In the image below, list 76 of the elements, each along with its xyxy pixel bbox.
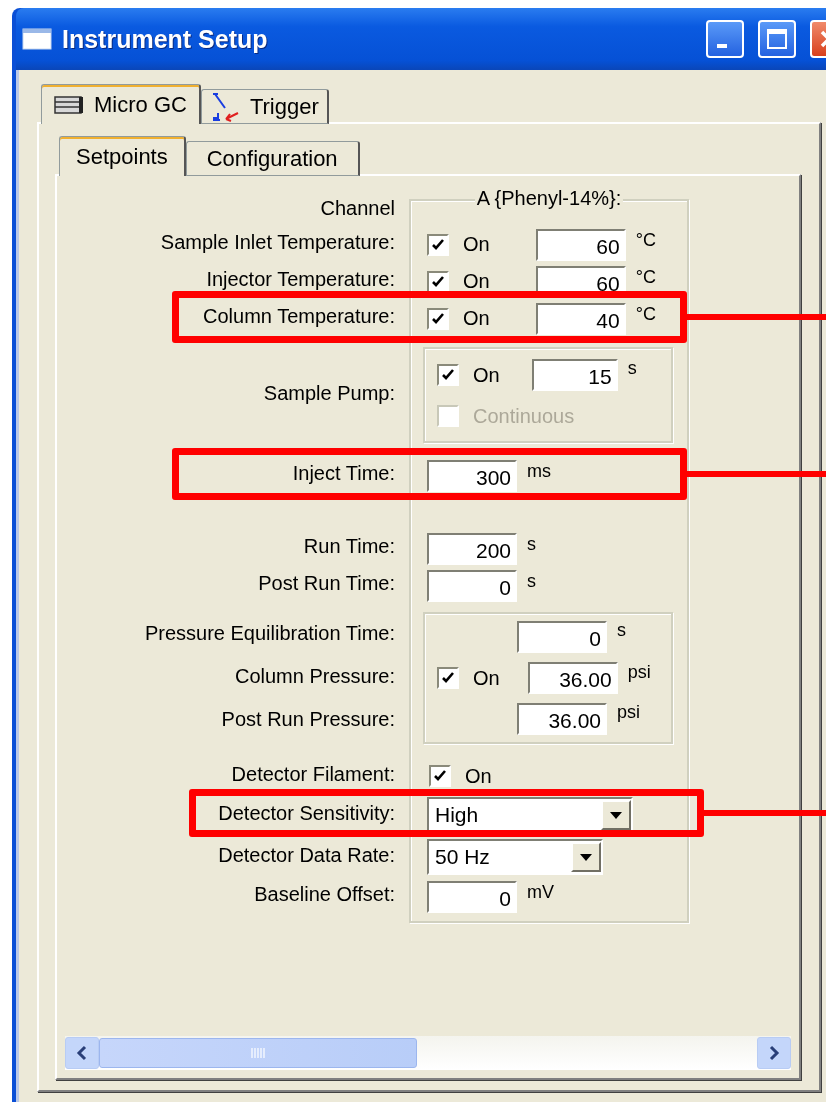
field-label: Column Pressure:: [234, 664, 395, 688]
value-field[interactable]: 200: [427, 532, 517, 565]
minimize-icon: [717, 44, 727, 48]
field-label: Detector Data Rate:: [218, 843, 395, 867]
value-field[interactable]: 40: [535, 302, 626, 335]
field-label: Inject Time:: [292, 462, 395, 485]
unit-label: s: [627, 358, 637, 379]
channel-label: Channel: [320, 196, 395, 220]
checkbox-label: On: [463, 233, 490, 256]
tab[interactable]: Configuration: [185, 141, 360, 176]
scroll-left-button[interactable]: [65, 1037, 99, 1069]
instrument-icon: [54, 94, 84, 115]
unit-label: ms: [527, 461, 551, 482]
field-label: Column Temperature:: [203, 305, 395, 328]
field-label: Pressure Equilibration Time:: [144, 621, 395, 645]
check-icon: [431, 237, 445, 252]
field-label: Detector Sensitivity:: [218, 801, 395, 825]
check-icon: [441, 368, 455, 382]
unit-label: s: [617, 620, 626, 641]
checkbox-label: On: [463, 307, 490, 330]
unit-label: mV: [527, 882, 554, 903]
maximize-button[interactable]: [758, 20, 796, 58]
value-field[interactable]: 60: [535, 228, 626, 261]
checkbox[interactable]: [429, 765, 451, 787]
tab[interactable]: Trigger: [200, 89, 329, 124]
window-icon: [22, 28, 52, 50]
check-icon: [433, 769, 447, 783]
value-field[interactable]: 0: [427, 880, 517, 913]
unit-label: °C: [635, 267, 656, 288]
tab[interactable]: Micro GC: [41, 84, 201, 124]
value-field[interactable]: 36.00: [527, 662, 618, 694]
field-label: Detector Filament:: [231, 762, 395, 786]
checkbox[interactable]: [437, 667, 459, 689]
checkbox-label: On: [463, 270, 490, 293]
unit-label: psi: [627, 662, 651, 683]
tab[interactable]: Setpoints: [59, 136, 186, 176]
value-field[interactable]: 15: [531, 359, 618, 391]
window-title: Instrument Setup: [62, 24, 269, 54]
channel-name: A {Phenyl-14%}:: [474, 187, 624, 210]
scroll-thumb[interactable]: [99, 1038, 417, 1068]
value-field[interactable]: 0: [427, 569, 517, 602]
minimize-button[interactable]: [706, 20, 744, 58]
unit-label: °C: [635, 304, 656, 325]
unit-label: s: [527, 571, 536, 592]
unit-label: psi: [617, 702, 640, 723]
checkbox-label: On: [473, 666, 500, 690]
checkbox-label: On: [473, 363, 500, 387]
check-icon: [441, 671, 455, 685]
value-field[interactable]: 300: [427, 459, 517, 492]
check-icon: [431, 274, 445, 289]
caret-icon[interactable]: [571, 842, 601, 872]
checkbox[interactable]: [427, 270, 449, 293]
checkbox-label: Continuous: [473, 404, 575, 428]
field-label: Post Run Pressure:: [221, 707, 395, 731]
value-field[interactable]: 0: [517, 621, 607, 653]
grip-icon: [251, 1048, 265, 1058]
unit-label: °C: [635, 230, 656, 251]
field-label: Injector Temperature:: [206, 268, 395, 291]
field-label: Sample Pump:: [263, 381, 395, 405]
dropdown[interactable]: 50 Hz: [427, 839, 603, 875]
scroll-right-button[interactable]: [757, 1037, 791, 1069]
field-label: Post Run Time:: [258, 572, 395, 595]
field-label: Baseline Offset:: [254, 883, 395, 906]
unit-label: s: [527, 534, 536, 555]
checkbox[interactable]: [427, 233, 449, 256]
checkbox-label: On: [465, 764, 492, 788]
field-label: Sample Inlet Temperature:: [160, 231, 395, 254]
maximize-icon: [766, 28, 788, 50]
value-field[interactable]: 36.00: [517, 703, 607, 735]
dropdown[interactable]: High: [427, 797, 633, 833]
field-label: Run Time:: [303, 535, 395, 558]
check-icon: [431, 311, 445, 326]
checkbox[interactable]: [427, 307, 449, 330]
checkbox[interactable]: [437, 364, 459, 386]
horizontal-scrollbar[interactable]: [65, 1036, 791, 1070]
caret-icon[interactable]: [601, 800, 631, 830]
